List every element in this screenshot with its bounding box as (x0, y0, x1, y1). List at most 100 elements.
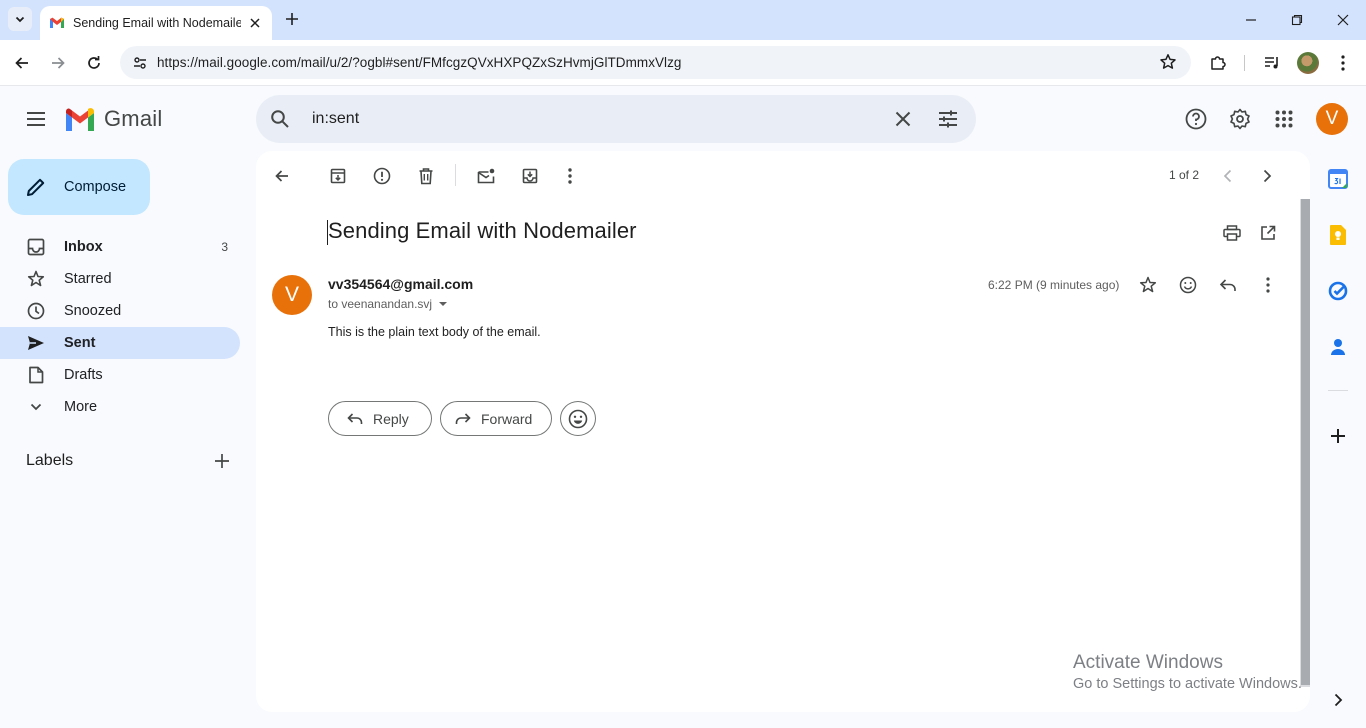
calendar-icon (1328, 169, 1348, 189)
archive-icon (330, 168, 346, 184)
close-window-button[interactable] (1333, 10, 1353, 30)
keep-app-button[interactable] (1326, 223, 1350, 247)
bookmark-star-icon[interactable] (1159, 53, 1177, 71)
search-input[interactable]: in:sent (312, 110, 359, 128)
send-icon (26, 333, 46, 353)
main-menu-button[interactable] (22, 105, 50, 133)
toolbar-divider (1244, 55, 1245, 71)
email-subject: Sending Email with Nodemailer (327, 218, 637, 245)
forward-nav-button[interactable] (46, 51, 70, 75)
restore-button[interactable] (1287, 10, 1307, 30)
sidebar-item-inbox[interactable]: Inbox 3 (0, 231, 240, 263)
browser-profile-avatar[interactable] (1297, 52, 1319, 74)
sidebar-item-label: Drafts (64, 367, 103, 383)
help-icon (1185, 108, 1207, 130)
plus-icon (1330, 428, 1346, 444)
search-options-icon[interactable] (936, 107, 960, 131)
older-button[interactable] (1255, 164, 1279, 188)
reply-button[interactable]: Reply (328, 401, 432, 436)
watermark-subtitle: Go to Settings to activate Windows. (1073, 676, 1302, 692)
search-icon[interactable] (268, 107, 292, 131)
gmail-logo[interactable]: Gmail (64, 106, 162, 132)
get-addons-button[interactable] (1326, 424, 1350, 448)
contacts-app-button[interactable] (1326, 335, 1350, 359)
support-button[interactable] (1184, 107, 1208, 131)
arrow-left-icon (274, 168, 290, 184)
report-spam-button[interactable] (370, 164, 394, 188)
add-reaction-button[interactable] (1176, 273, 1200, 297)
star-message-button[interactable] (1136, 273, 1160, 297)
archive-button[interactable] (326, 164, 350, 188)
move-to-button[interactable] (518, 164, 542, 188)
reply-label: Reply (373, 410, 409, 427)
trash-icon (418, 167, 434, 185)
delete-button[interactable] (414, 164, 438, 188)
tab-search-button[interactable] (8, 7, 32, 31)
sidebar-item-label: More (64, 399, 98, 415)
sidebar-item-more[interactable]: More (0, 391, 240, 423)
pencil-icon (24, 175, 48, 199)
show-details-dropdown-icon[interactable] (437, 298, 449, 310)
scrollbar[interactable] (1298, 199, 1310, 687)
chevron-down-icon (26, 397, 46, 417)
chevron-right-icon (1262, 169, 1272, 183)
back-button[interactable] (10, 51, 34, 75)
create-label-plus-icon[interactable] (212, 451, 232, 471)
more-vertical-icon (1341, 55, 1345, 71)
compose-label: Compose (64, 179, 127, 195)
sidebar-item-snoozed[interactable]: Snoozed (0, 295, 240, 327)
newer-button[interactable] (1216, 164, 1240, 188)
browser-tab[interactable]: Sending Email with Nodemailer (40, 6, 272, 40)
close-tab-icon[interactable] (246, 14, 264, 32)
message-timestamp: 6:22 PM (9 minutes ago) (988, 278, 1120, 292)
google-apps-button[interactable] (1272, 107, 1296, 131)
close-icon (1337, 14, 1349, 26)
gmail-favicon-icon (49, 15, 65, 31)
sender-avatar[interactable]: V (272, 275, 312, 315)
compose-button[interactable]: Compose (8, 159, 150, 215)
account-avatar[interactable]: V (1316, 103, 1348, 135)
clear-search-icon[interactable] (891, 107, 915, 131)
sidebar-item-sent[interactable]: Sent (0, 327, 240, 359)
print-all-button[interactable] (1220, 221, 1244, 245)
media-controls-button[interactable] (1260, 51, 1284, 75)
apps-grid-icon (1275, 110, 1293, 128)
conversation-pager: 1 of 2 (1169, 168, 1200, 182)
reload-button[interactable] (82, 51, 106, 75)
calendar-app-button[interactable] (1326, 167, 1350, 191)
sidebar-item-label: Inbox (64, 239, 103, 255)
folder-nav: Inbox 3 Starred Snoozed Sent Drafts More (0, 231, 256, 423)
sidebar-item-starred[interactable]: Starred (0, 263, 240, 295)
extensions-button[interactable] (1206, 51, 1230, 75)
tasks-app-button[interactable] (1326, 279, 1350, 303)
mark-unread-button[interactable] (474, 164, 498, 188)
mail-search-bar[interactable]: in:sent (256, 95, 976, 143)
back-to-sent-button[interactable] (270, 164, 294, 188)
settings-button[interactable] (1228, 107, 1252, 131)
address-bar[interactable]: https://mail.google.com/mail/u/2/?ogbl#s… (120, 46, 1191, 79)
forward-label: Forward (481, 410, 533, 427)
message-more-button[interactable] (1256, 273, 1280, 297)
minimize-button[interactable] (1241, 10, 1261, 30)
tab-title: Sending Email with Nodemailer (73, 16, 241, 30)
emoji-reaction-button[interactable] (560, 401, 596, 436)
new-tab-button[interactable] (282, 9, 302, 29)
forward-button[interactable]: Forward (440, 401, 552, 436)
arrow-right-icon (50, 55, 66, 71)
open-new-window-button[interactable] (1256, 221, 1280, 245)
sender-email[interactable]: vv354564@gmail.com (328, 276, 473, 292)
hamburger-menu-icon (26, 111, 46, 127)
toolbar-divider (455, 164, 456, 186)
sidebar-item-drafts[interactable]: Drafts (0, 359, 240, 391)
site-info-icon[interactable] (124, 55, 156, 71)
message-view: 1 of 2 Sending Email with Nodemailer V v… (256, 151, 1310, 712)
email-body: This is the plain text body of the email… (328, 325, 541, 339)
more-actions-button[interactable] (558, 164, 582, 188)
browser-menu-button[interactable] (1331, 51, 1355, 75)
reply-icon-button[interactable] (1216, 273, 1240, 297)
url-text: https://mail.google.com/mail/u/2/?ogbl#s… (157, 55, 682, 70)
scrollbar-thumb[interactable] (1301, 199, 1310, 685)
star-icon (1139, 276, 1157, 294)
browser-toolbar: https://mail.google.com/mail/u/2/?ogbl#s… (0, 40, 1366, 86)
show-side-panel-button[interactable] (1326, 688, 1350, 712)
